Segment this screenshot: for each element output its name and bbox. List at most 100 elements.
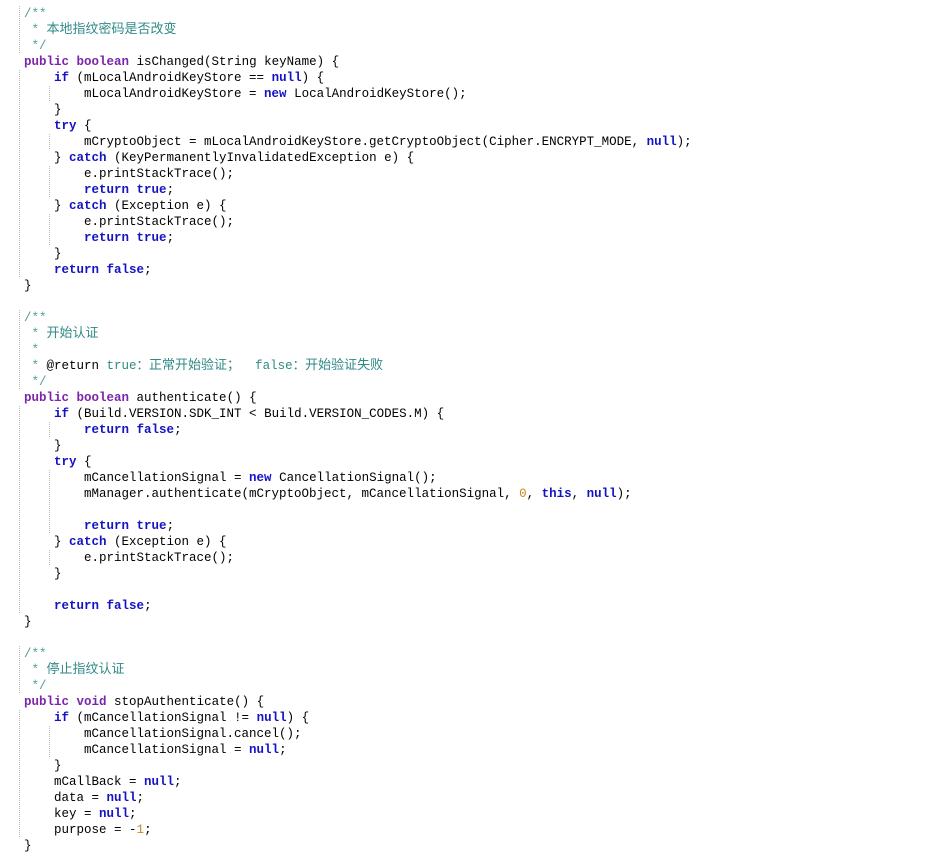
code-token: false：	[240, 359, 306, 373]
code-line[interactable]: data = null;	[0, 790, 940, 806]
code-line[interactable]: */	[0, 374, 940, 390]
code-line[interactable]: /**	[0, 310, 940, 326]
code-line[interactable]: /**	[0, 6, 940, 22]
code-line[interactable]	[0, 582, 940, 598]
code-line[interactable]: mCallBack = null;	[0, 774, 940, 790]
code-text: * 本地指纹密码是否改变	[24, 22, 177, 37]
code-token: null	[99, 807, 130, 821]
code-line[interactable]: } catch (KeyPermanentlyInvalidatedExcept…	[0, 150, 940, 166]
code-line[interactable]: } catch (Exception e) {	[0, 534, 940, 550]
code-line[interactable]: return true;	[0, 518, 940, 534]
code-token: LocalAndroidKeyStore();	[286, 87, 467, 101]
code-line[interactable]: }	[0, 278, 940, 294]
code-line[interactable]: return false;	[0, 262, 940, 278]
code-token: }	[24, 759, 62, 773]
code-line[interactable]: try {	[0, 118, 940, 134]
indent-guide-line	[49, 502, 51, 518]
code-line[interactable]	[0, 502, 940, 518]
code-token: */	[24, 375, 47, 389]
code-line[interactable]	[0, 294, 940, 310]
code-line[interactable]: }	[0, 246, 940, 262]
code-line[interactable]: key = null;	[0, 806, 940, 822]
code-line[interactable]: return false;	[0, 598, 940, 614]
code-line[interactable]: * 开始认证	[0, 326, 940, 342]
code-line[interactable]: *	[0, 342, 940, 358]
code-line[interactable]: */	[0, 38, 940, 54]
code-text: purpose = -1;	[24, 823, 152, 837]
code-token: true	[136, 231, 167, 245]
code-line[interactable]: }	[0, 758, 940, 774]
code-text: e.printStackTrace();	[24, 215, 234, 229]
code-line[interactable]: try {	[0, 454, 940, 470]
code-text: mManager.authenticate(mCryptoObject, mCa…	[24, 487, 632, 501]
indent-guides	[0, 614, 940, 630]
code-token: new	[249, 471, 272, 485]
code-token: data =	[24, 791, 107, 805]
code-line[interactable]: return true;	[0, 182, 940, 198]
code-line[interactable]: purpose = -1;	[0, 822, 940, 838]
code-token: 本地指纹密码是否改变	[46, 22, 177, 37]
indent-guide-line	[19, 582, 20, 598]
code-line[interactable]: * @return true：正常开始验证； false：开始验证失败	[0, 358, 940, 374]
code-line[interactable]: if (Build.VERSION.SDK_INT < Build.VERSIO…	[0, 406, 940, 422]
code-token: new	[264, 87, 287, 101]
code-token: public	[24, 695, 70, 709]
code-line[interactable]: public boolean authenticate() {	[0, 390, 940, 406]
code-token: (KeyPermanentlyInvalidatedException e) {	[106, 151, 415, 165]
code-line[interactable]: * 停止指纹认证	[0, 662, 940, 678]
code-token: 开始验证失败	[305, 358, 384, 373]
code-line[interactable]: return false;	[0, 422, 940, 438]
code-token: ,	[526, 487, 542, 501]
indent-guide-line	[19, 662, 20, 678]
code-line[interactable]: return true;	[0, 230, 940, 246]
code-token: 开始认证	[46, 326, 99, 341]
indent-guide-line	[19, 726, 20, 742]
indent-guides	[0, 678, 940, 694]
code-line[interactable]: */	[0, 678, 940, 694]
code-text: mCallBack = null;	[24, 775, 182, 789]
indent-guides	[0, 630, 940, 646]
code-line[interactable]: mLocalAndroidKeyStore = new LocalAndroid…	[0, 86, 940, 102]
indent-guides	[0, 342, 940, 358]
code-line[interactable]: }	[0, 838, 940, 854]
code-line[interactable]: /**	[0, 646, 940, 662]
code-line[interactable]: * 本地指纹密码是否改变	[0, 22, 940, 38]
code-token: return	[54, 263, 100, 277]
code-line[interactable]: mCryptoObject = mLocalAndroidKeyStore.ge…	[0, 134, 940, 150]
code-line[interactable]: public void stopAuthenticate() {	[0, 694, 940, 710]
indent-guides	[0, 582, 940, 598]
code-line[interactable]: if (mLocalAndroidKeyStore == null) {	[0, 70, 940, 86]
code-line[interactable]: public boolean isChanged(String keyName)…	[0, 54, 940, 70]
code-editor-viewport[interactable]: /** * 本地指纹密码是否改变 */ public boolean isChan…	[0, 0, 940, 854]
code-line[interactable]: }	[0, 438, 940, 454]
code-token: key =	[24, 807, 100, 821]
indent-guide-line	[19, 342, 20, 358]
code-token: if	[54, 407, 70, 421]
code-token: public	[24, 391, 70, 405]
indent-guide-line	[19, 230, 20, 246]
code-token: }	[24, 615, 32, 629]
code-line[interactable]: }	[0, 614, 940, 630]
code-text: if (mLocalAndroidKeyStore == null) {	[24, 71, 324, 85]
indent-guide-line	[19, 70, 20, 86]
indent-guide-line	[19, 38, 20, 54]
code-token: @return	[46, 359, 100, 373]
code-line[interactable]: e.printStackTrace();	[0, 166, 940, 182]
code-line[interactable]: e.printStackTrace();	[0, 550, 940, 566]
code-line[interactable]: }	[0, 566, 940, 582]
code-line[interactable]	[0, 630, 940, 646]
code-token: ;	[166, 519, 175, 533]
code-line[interactable]: mCancellationSignal.cancel();	[0, 726, 940, 742]
code-token: ;	[144, 599, 152, 613]
code-text: */	[24, 39, 47, 53]
code-line[interactable]: }	[0, 102, 940, 118]
code-line[interactable]: mManager.authenticate(mCryptoObject, mCa…	[0, 486, 940, 502]
code-line[interactable]: e.printStackTrace();	[0, 214, 940, 230]
code-line[interactable]: } catch (Exception e) {	[0, 198, 940, 214]
code-line[interactable]: if (mCancellationSignal != null) {	[0, 710, 940, 726]
indent-guides	[0, 438, 940, 454]
indent-guide-line	[19, 406, 20, 422]
code-line[interactable]: mCancellationSignal = new CancellationSi…	[0, 470, 940, 486]
code-line[interactable]: mCancellationSignal = null;	[0, 742, 940, 758]
